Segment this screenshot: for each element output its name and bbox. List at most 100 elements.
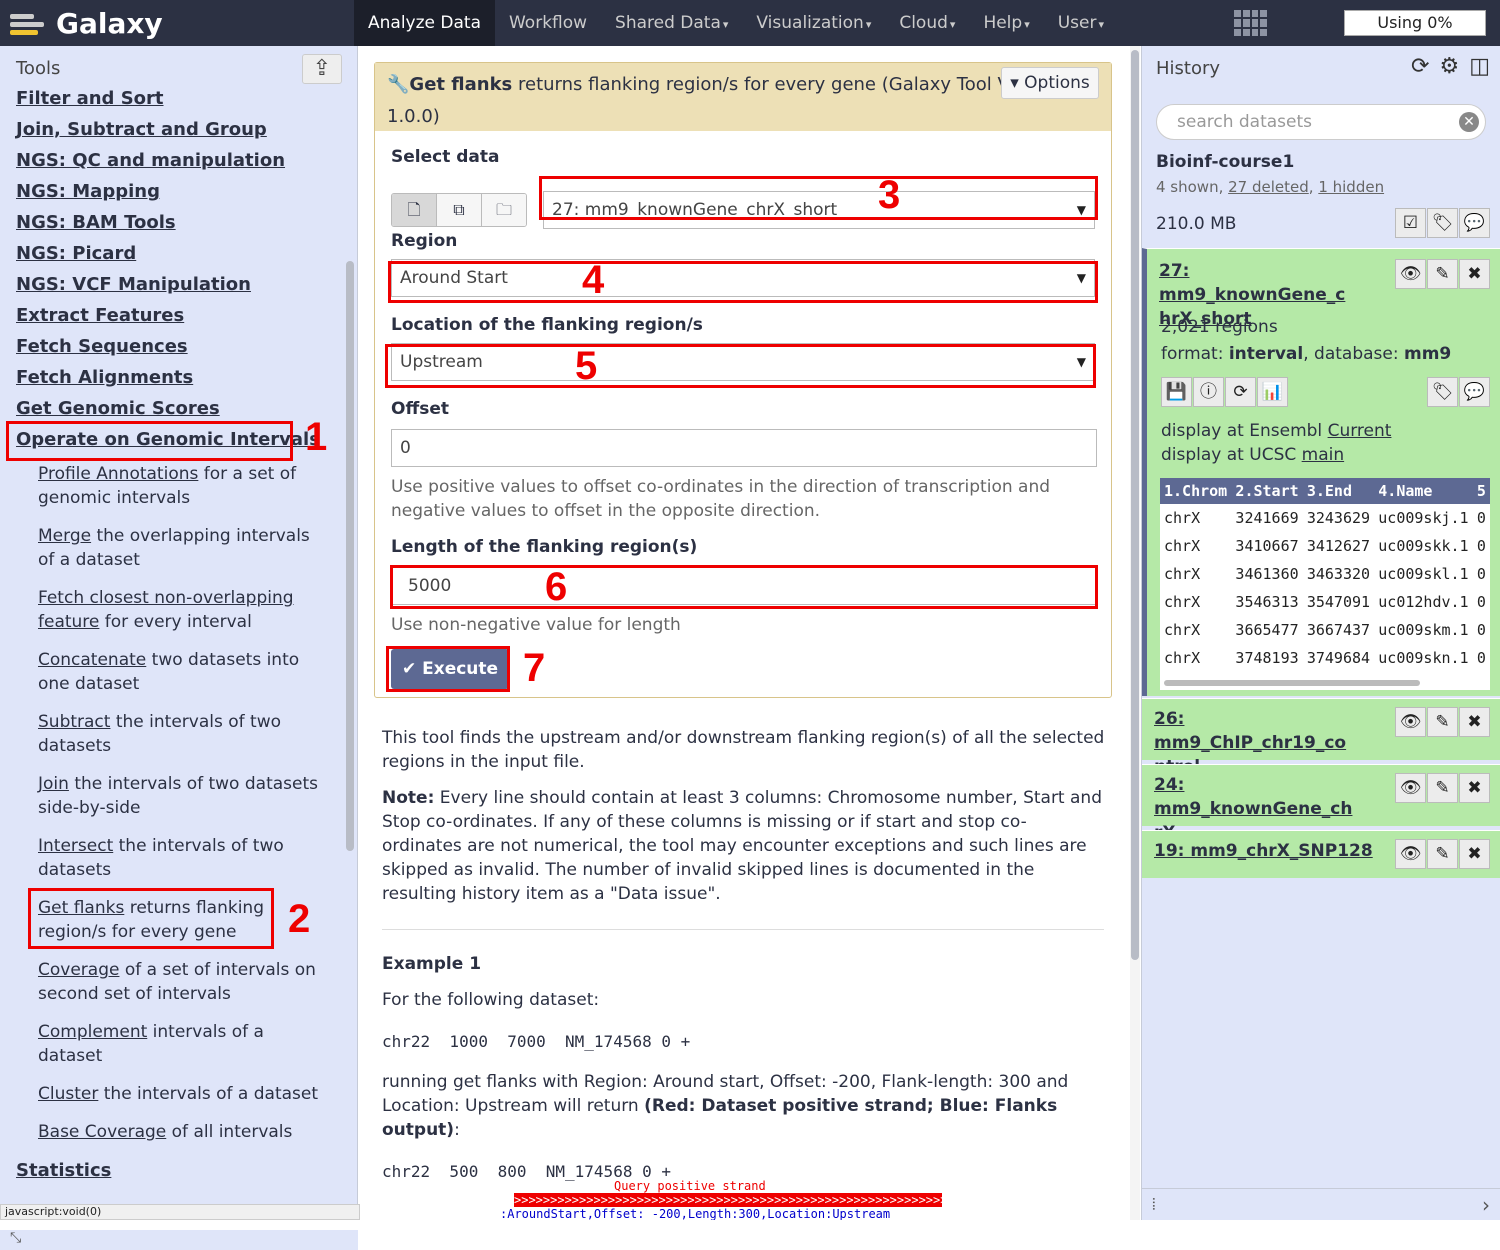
masthead: Galaxy Analyze Data Workflow Shared Data… (0, 0, 1500, 46)
galaxy-brand[interactable]: Galaxy (10, 0, 163, 46)
input-type-buttons: 🗋 ⧉ 🗀 (391, 193, 527, 227)
delete-icon[interactable]: ✖ (1459, 259, 1490, 289)
pencil-icon[interactable]: ✎ (1427, 773, 1458, 803)
upload-icon[interactable]: ⇪ (302, 54, 342, 84)
select-all-icon[interactable]: ☑ (1395, 208, 1426, 238)
section-extract-features[interactable]: Extract Features (16, 305, 184, 326)
eye-icon[interactable]: 👁 (1395, 259, 1426, 289)
delete-icon[interactable]: ✖ (1459, 839, 1490, 869)
nav-user[interactable]: User ▾ (1044, 0, 1118, 46)
nav-shared-data[interactable]: Shared Data ▾ (601, 0, 742, 46)
ensembl-current-link[interactable]: Current (1328, 421, 1392, 441)
wrench-icon: 🔧 (387, 74, 410, 95)
history-name[interactable]: Bioinf-course1 (1156, 152, 1294, 172)
quota-meter[interactable]: Using 0% (1344, 10, 1486, 36)
delete-icon[interactable]: ✖ (1459, 707, 1490, 737)
delete-icon[interactable]: ✖ (1459, 773, 1490, 803)
tool-complement[interactable]: Complement intervals of a dataset (38, 1020, 278, 1068)
multiple-datasets-icon[interactable]: ⧉ (437, 194, 482, 226)
resize-icon[interactable]: ⤡ (10, 1230, 21, 1246)
pencil-icon[interactable]: ✎ (1427, 707, 1458, 737)
rerun-icon[interactable]: ⟳ (1225, 377, 1256, 407)
annotation-box-1 (6, 421, 293, 461)
single-dataset-icon[interactable]: 🗋 (392, 194, 437, 226)
nav-cloud[interactable]: Cloud ▾ (885, 0, 969, 46)
nav-visualization[interactable]: Visualization ▾ (742, 0, 885, 46)
options-button[interactable]: ▾ Options (1001, 67, 1099, 99)
tool-form-header: 🔧Get flanks returns flanking region/s fo… (375, 63, 1111, 131)
annotation-box-4 (388, 261, 1098, 303)
annotation-icon[interactable]: 💬 (1459, 208, 1490, 238)
section-filter-and-sort[interactable]: Filter and Sort (16, 88, 164, 109)
ucsc-main-link[interactable]: main (1302, 445, 1344, 465)
section-ngs-vcf[interactable]: NGS: VCF Manipulation (16, 274, 251, 295)
annotation-icon[interactable]: 💬 (1459, 377, 1490, 407)
location-label: Location of the flanking region/s (391, 315, 703, 335)
tool-join[interactable]: Join the intervals of two datasets side-… (38, 772, 328, 820)
offset-input[interactable]: 0 (391, 429, 1097, 467)
dataset-26: 26: mm9_ChIP_chr19_co ntrol 👁✎✖ (1142, 698, 1500, 777)
nav-workflow[interactable]: Workflow (495, 0, 601, 46)
annotation-box-3 (539, 176, 1098, 220)
tool-panel-scrollbar[interactable] (346, 261, 354, 851)
collapse-panel-icon[interactable]: › (1482, 1193, 1490, 1217)
history-actions: ☑ 🏷 💬 (1395, 208, 1490, 238)
caret-down-icon: ▾ (949, 18, 956, 31)
section-statistics[interactable]: Statistics (16, 1160, 111, 1181)
help-divider (382, 906, 1104, 930)
nav-help[interactable]: Help ▾ (969, 0, 1043, 46)
eye-icon[interactable]: 👁 (1395, 773, 1426, 803)
example-figure: Query positive strand >>>>>>>>>>>>>>>>>>… (500, 1179, 1120, 1220)
section-ngs-picard[interactable]: NGS: Picard (16, 243, 136, 264)
eye-icon[interactable]: 👁 (1395, 839, 1426, 869)
figure-label: Query positive strand (614, 1179, 766, 1193)
table-row: chrX 3410667 3412627 uc009skk.1 0 (1164, 537, 1486, 555)
gear-icon[interactable]: ⚙ (1439, 54, 1459, 79)
pencil-icon[interactable]: ✎ (1427, 839, 1458, 869)
example-running: running get flanks with Region: Around s… (382, 1072, 1069, 1140)
section-join-subtract-group[interactable]: Join, Subtract and Group (16, 119, 267, 140)
tool-coverage[interactable]: Coverage of a set of intervals on second… (38, 958, 328, 1006)
peek-scrollbar[interactable] (1164, 680, 1420, 686)
columns-icon[interactable]: ◫ (1469, 54, 1490, 79)
caret-down-icon: ▾ (865, 18, 872, 31)
section-get-genomic-scores[interactable]: Get Genomic Scores (16, 398, 220, 419)
tool-cluster[interactable]: Cluster the intervals of a dataset (38, 1082, 328, 1106)
nav-analyze-data[interactable]: Analyze Data (354, 0, 495, 46)
tool-base-coverage[interactable]: Base Coverage of all intervals (38, 1120, 328, 1144)
tool-profile-annotations[interactable]: Profile Annotations for a set of genomic… (38, 462, 328, 510)
center-scrollbar[interactable] (1130, 46, 1140, 1220)
tags-icon[interactable]: 🏷 (1427, 377, 1458, 407)
section-ngs-qc[interactable]: NGS: QC and manipulation (16, 150, 285, 171)
tool-concatenate[interactable]: Concatenate two datasets into one datase… (38, 648, 328, 696)
section-fetch-alignments[interactable]: Fetch Alignments (16, 367, 193, 388)
deleted-link[interactable]: 27 deleted (1228, 178, 1309, 196)
visualize-icon[interactable]: 📊 (1257, 377, 1288, 407)
dataset-19-title[interactable]: 19: mm9_chrX_SNP128 (1154, 839, 1373, 863)
tool-merge[interactable]: Merge the overlapping intervals of a dat… (38, 524, 328, 572)
pencil-icon[interactable]: ✎ (1427, 259, 1458, 289)
center-panel: 🔧Get flanks returns flanking region/s fo… (360, 46, 1128, 1220)
offset-label: Offset (391, 399, 449, 419)
refresh-icon[interactable]: ⟳ (1411, 54, 1429, 79)
clear-search-icon[interactable]: ✕ (1459, 112, 1479, 132)
tool-subtract[interactable]: Subtract the intervals of two datasets (38, 710, 328, 758)
save-icon[interactable]: 💾 (1161, 377, 1192, 407)
annotation-number-6: 6 (545, 565, 568, 609)
dataset-19: 19: mm9_chrX_SNP128 👁 ✎ ✖ (1142, 830, 1500, 878)
section-fetch-sequences[interactable]: Fetch Sequences (16, 336, 188, 357)
eye-icon[interactable]: 👁 (1395, 707, 1426, 737)
section-ngs-bam-tools[interactable]: NGS: BAM Tools (16, 212, 176, 233)
tool-intersect[interactable]: Intersect the intervals of two datasets (38, 834, 328, 882)
apps-grid-icon[interactable] (1234, 10, 1267, 36)
hidden-link[interactable]: 1 hidden (1318, 178, 1384, 196)
history-search-input[interactable]: search datasets ✕ (1156, 104, 1486, 140)
dataset-collection-icon[interactable]: 🗀 (482, 194, 526, 226)
resize-icon[interactable]: ⦙ (1152, 1195, 1156, 1215)
section-ngs-mapping[interactable]: NGS: Mapping (16, 181, 160, 202)
tags-icon[interactable]: 🏷 (1427, 208, 1458, 238)
annotation-number-5: 5 (575, 344, 598, 388)
info-icon[interactable]: ⓘ (1193, 377, 1224, 407)
table-row: chrX 3748193 3749684 uc009skn.1 0 (1164, 649, 1486, 667)
tool-fetch-closest[interactable]: Fetch closest non-overlapping feature fo… (38, 586, 328, 634)
